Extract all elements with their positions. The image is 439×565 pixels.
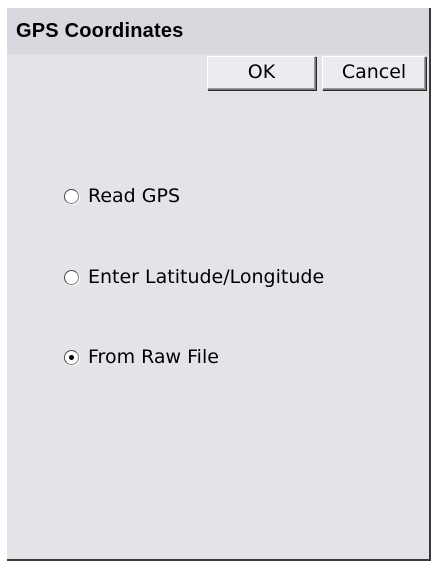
option-enter-lat-long[interactable]: Enter Latitude/Longitude (64, 263, 324, 291)
ok-button[interactable]: OK (207, 56, 316, 90)
option-from-raw-file[interactable]: From Raw File (64, 343, 219, 371)
option-read-gps[interactable]: Read GPS (64, 182, 180, 210)
radio-button-read-gps[interactable] (64, 188, 79, 204)
option-label-from-raw-file: From Raw File (88, 346, 219, 368)
radio-dot-icon (69, 354, 74, 360)
gps-coordinates-dialog: GPS Coordinates OK Cancel Read GPS Enter… (7, 8, 431, 561)
radio-button-from-raw-file[interactable] (64, 349, 79, 365)
dialog-title: GPS Coordinates (16, 20, 184, 42)
option-label-read-gps: Read GPS (88, 185, 181, 207)
title-bar: GPS Coordinates (7, 8, 429, 54)
option-label-enter-lat-long: Enter Latitude/Longitude (88, 266, 325, 288)
cancel-button[interactable]: Cancel (322, 56, 426, 90)
radio-button-enter-lat-long[interactable] (64, 269, 79, 285)
